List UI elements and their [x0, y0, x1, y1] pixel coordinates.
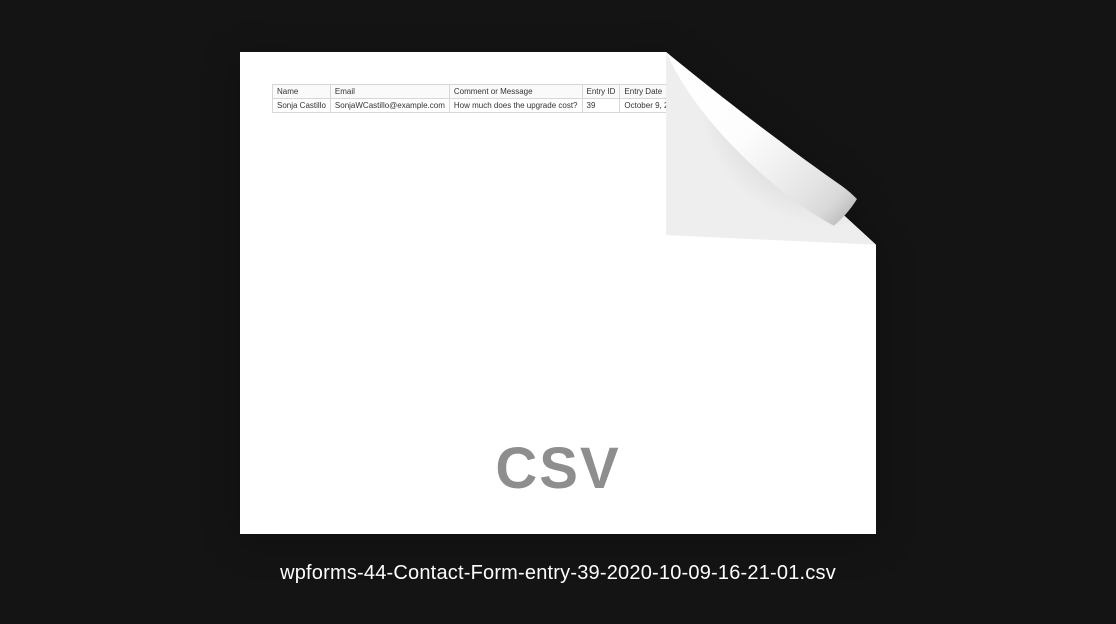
cell-viewed: 1	[768, 99, 803, 113]
cell-name: Sonja Castillo	[273, 99, 331, 113]
col-entry-id: Entry ID	[582, 85, 620, 99]
cell-entry-id: 39	[582, 99, 620, 113]
cell-email: SonjaWCastillo@example.com	[330, 99, 449, 113]
col-comment: Comment or Message	[449, 85, 582, 99]
col-email: Email	[330, 85, 449, 99]
cell-comment: How much does the upgrade cost?	[449, 99, 582, 113]
file-preview[interactable]: Name Email Comment or Message Entry ID E…	[240, 52, 876, 534]
col-entry-notes: Entry Notes	[717, 85, 768, 99]
file-name: wpforms-44-Contact-Form-entry-39-2020-10…	[280, 562, 836, 585]
col-name: Name	[273, 85, 331, 99]
file-type-label: CSV	[495, 435, 620, 502]
table-header-row: Name Email Comment or Message Entry ID E…	[273, 85, 804, 99]
col-viewed: Viewed	[768, 85, 803, 99]
page-surface: Name Email Comment or Message Entry ID E…	[240, 52, 876, 534]
